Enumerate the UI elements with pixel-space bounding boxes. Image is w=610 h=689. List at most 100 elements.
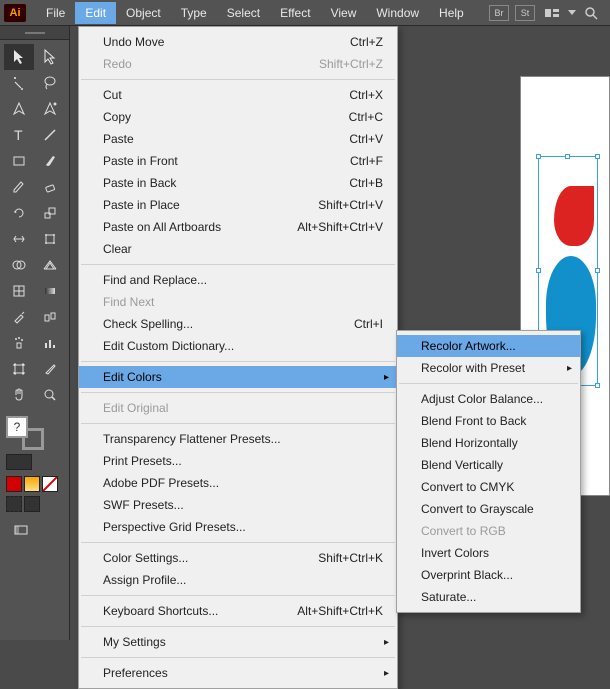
- edit-menu-paste[interactable]: PasteCtrl+V: [79, 128, 397, 150]
- width-tool[interactable]: [4, 226, 34, 252]
- menu-shortcut: Shift+Ctrl+V: [318, 198, 383, 212]
- edit-menu-clear[interactable]: Clear: [79, 238, 397, 260]
- selection-handle[interactable]: [536, 154, 541, 159]
- edit-menu-assign-profile[interactable]: Assign Profile...: [79, 569, 397, 591]
- shape-builder-tool[interactable]: [4, 252, 34, 278]
- rotate-tool[interactable]: [4, 200, 34, 226]
- edit-menu-preferences[interactable]: Preferences▸: [79, 662, 397, 684]
- perspective-grid-tool[interactable]: [35, 252, 65, 278]
- edit-menu-swf-presets[interactable]: SWF Presets...: [79, 494, 397, 516]
- edit-menu-perspective-grid-presets[interactable]: Perspective Grid Presets...: [79, 516, 397, 538]
- hand-tool[interactable]: [4, 382, 34, 408]
- edit-menu-undo-move[interactable]: Undo MoveCtrl+Z: [79, 31, 397, 53]
- symbol-sprayer-tool[interactable]: [4, 330, 34, 356]
- edit-colors-saturate[interactable]: Saturate...: [397, 586, 580, 608]
- rectangle-tool[interactable]: [4, 148, 34, 174]
- workspace-switcher-icon[interactable]: [542, 4, 564, 22]
- pencil-tool[interactable]: [4, 174, 34, 200]
- free-transform-tool[interactable]: [35, 226, 65, 252]
- edit-menu-paste-in-back[interactable]: Paste in BackCtrl+B: [79, 172, 397, 194]
- edit-colors-overprint-black[interactable]: Overprint Black...: [397, 564, 580, 586]
- selection-handle[interactable]: [595, 268, 600, 273]
- swatch-gradient[interactable]: [24, 476, 40, 492]
- lasso-tool[interactable]: [35, 70, 65, 96]
- menubar-item-object[interactable]: Object: [116, 2, 171, 24]
- zoom-tool[interactable]: [35, 382, 65, 408]
- scale-tool[interactable]: [35, 200, 65, 226]
- color-mode-row: [0, 474, 69, 494]
- slice-tool[interactable]: [35, 356, 65, 382]
- edit-colors-adjust-color-balance[interactable]: Adjust Color Balance...: [397, 388, 580, 410]
- swatch-color[interactable]: [6, 476, 22, 492]
- selection-handle[interactable]: [536, 268, 541, 273]
- edit-menu-find-and-replace[interactable]: Find and Replace...: [79, 269, 397, 291]
- edit-menu-check-spelling[interactable]: Check Spelling...Ctrl+I: [79, 313, 397, 335]
- edit-colors-recolor-with-preset[interactable]: Recolor with Preset▸: [397, 357, 580, 379]
- menu-item-label: Check Spelling...: [103, 317, 193, 331]
- blend-tool[interactable]: [35, 304, 65, 330]
- edit-menu-keyboard-shortcuts[interactable]: Keyboard Shortcuts...Alt+Shift+Ctrl+K: [79, 600, 397, 622]
- menu-item-label: Recolor with Preset: [421, 361, 525, 375]
- line-segment-tool[interactable]: [35, 122, 65, 148]
- mesh-tool[interactable]: [4, 278, 34, 304]
- panel-collapse-icon[interactable]: [0, 26, 69, 40]
- draw-behind[interactable]: [24, 496, 40, 512]
- menubar-item-effect[interactable]: Effect: [270, 2, 320, 24]
- edit-menu-cut[interactable]: CutCtrl+X: [79, 84, 397, 106]
- edit-menu-edit-colors[interactable]: Edit Colors▸: [79, 366, 397, 388]
- fill-stroke-swap[interactable]: [6, 454, 32, 470]
- direct-selection-tool[interactable]: [35, 44, 65, 70]
- menubar-item-edit[interactable]: Edit: [75, 2, 116, 24]
- edit-menu-my-settings[interactable]: My Settings▸: [79, 631, 397, 653]
- chevron-down-icon[interactable]: [568, 10, 576, 16]
- edit-menu-paste-in-place[interactable]: Paste in PlaceShift+Ctrl+V: [79, 194, 397, 216]
- menubar-item-select[interactable]: Select: [217, 2, 270, 24]
- fill-stroke-control[interactable]: ?: [6, 416, 44, 450]
- menu-item-label: My Settings: [103, 635, 166, 649]
- fill-swatch[interactable]: ?: [6, 416, 28, 438]
- menu-item-label: Overprint Black...: [421, 568, 513, 582]
- edit-colors-convert-to-cmyk[interactable]: Convert to CMYK: [397, 476, 580, 498]
- selection-handle[interactable]: [565, 154, 570, 159]
- menu-shortcut: Alt+Shift+Ctrl+V: [297, 220, 383, 234]
- edit-menu-adobe-pdf-presets[interactable]: Adobe PDF Presets...: [79, 472, 397, 494]
- screen-mode-tool[interactable]: [6, 518, 36, 544]
- edit-menu-paste-in-front[interactable]: Paste in FrontCtrl+F: [79, 150, 397, 172]
- edit-menu-copy[interactable]: CopyCtrl+C: [79, 106, 397, 128]
- eyedropper-tool[interactable]: [4, 304, 34, 330]
- edit-colors-blend-horizontally[interactable]: Blend Horizontally: [397, 432, 580, 454]
- eraser-tool[interactable]: [35, 174, 65, 200]
- menubar-item-help[interactable]: Help: [429, 2, 474, 24]
- menu-item-label: Adjust Color Balance...: [421, 392, 543, 406]
- paintbrush-tool[interactable]: [35, 148, 65, 174]
- edit-menu-color-settings[interactable]: Color Settings...Shift+Ctrl+K: [79, 547, 397, 569]
- edit-menu-paste-on-all-artboards[interactable]: Paste on All ArtboardsAlt+Shift+Ctrl+V: [79, 216, 397, 238]
- selection-tool[interactable]: [4, 44, 34, 70]
- edit-menu-print-presets[interactable]: Print Presets...: [79, 450, 397, 472]
- column-graph-tool[interactable]: [35, 330, 65, 356]
- type-tool[interactable]: T: [4, 122, 34, 148]
- magic-wand-tool[interactable]: [4, 70, 34, 96]
- edit-menu-edit-custom-dictionary[interactable]: Edit Custom Dictionary...: [79, 335, 397, 357]
- menubar-item-window[interactable]: Window: [366, 2, 429, 24]
- selection-handle[interactable]: [595, 383, 600, 388]
- bridge-app-icon[interactable]: Br: [489, 5, 509, 21]
- menubar-item-view[interactable]: View: [321, 2, 367, 24]
- pen-tool[interactable]: [4, 96, 34, 122]
- edit-colors-blend-front-to-back[interactable]: Blend Front to Back: [397, 410, 580, 432]
- edit-colors-recolor-artwork[interactable]: Recolor Artwork...: [397, 335, 580, 357]
- selection-handle[interactable]: [595, 154, 600, 159]
- edit-colors-blend-vertically[interactable]: Blend Vertically: [397, 454, 580, 476]
- draw-normal[interactable]: [6, 496, 22, 512]
- stock-app-icon[interactable]: St: [515, 5, 535, 21]
- edit-colors-convert-to-grayscale[interactable]: Convert to Grayscale: [397, 498, 580, 520]
- menubar-item-file[interactable]: File: [36, 2, 75, 24]
- menubar-item-type[interactable]: Type: [171, 2, 217, 24]
- curvature-tool[interactable]: [35, 96, 65, 122]
- artboard-tool[interactable]: [4, 356, 34, 382]
- gradient-tool[interactable]: [35, 278, 65, 304]
- swatch-none[interactable]: [42, 476, 58, 492]
- search-icon[interactable]: [580, 4, 602, 22]
- edit-menu-transparency-flattener-presets[interactable]: Transparency Flattener Presets...: [79, 428, 397, 450]
- edit-colors-invert-colors[interactable]: Invert Colors: [397, 542, 580, 564]
